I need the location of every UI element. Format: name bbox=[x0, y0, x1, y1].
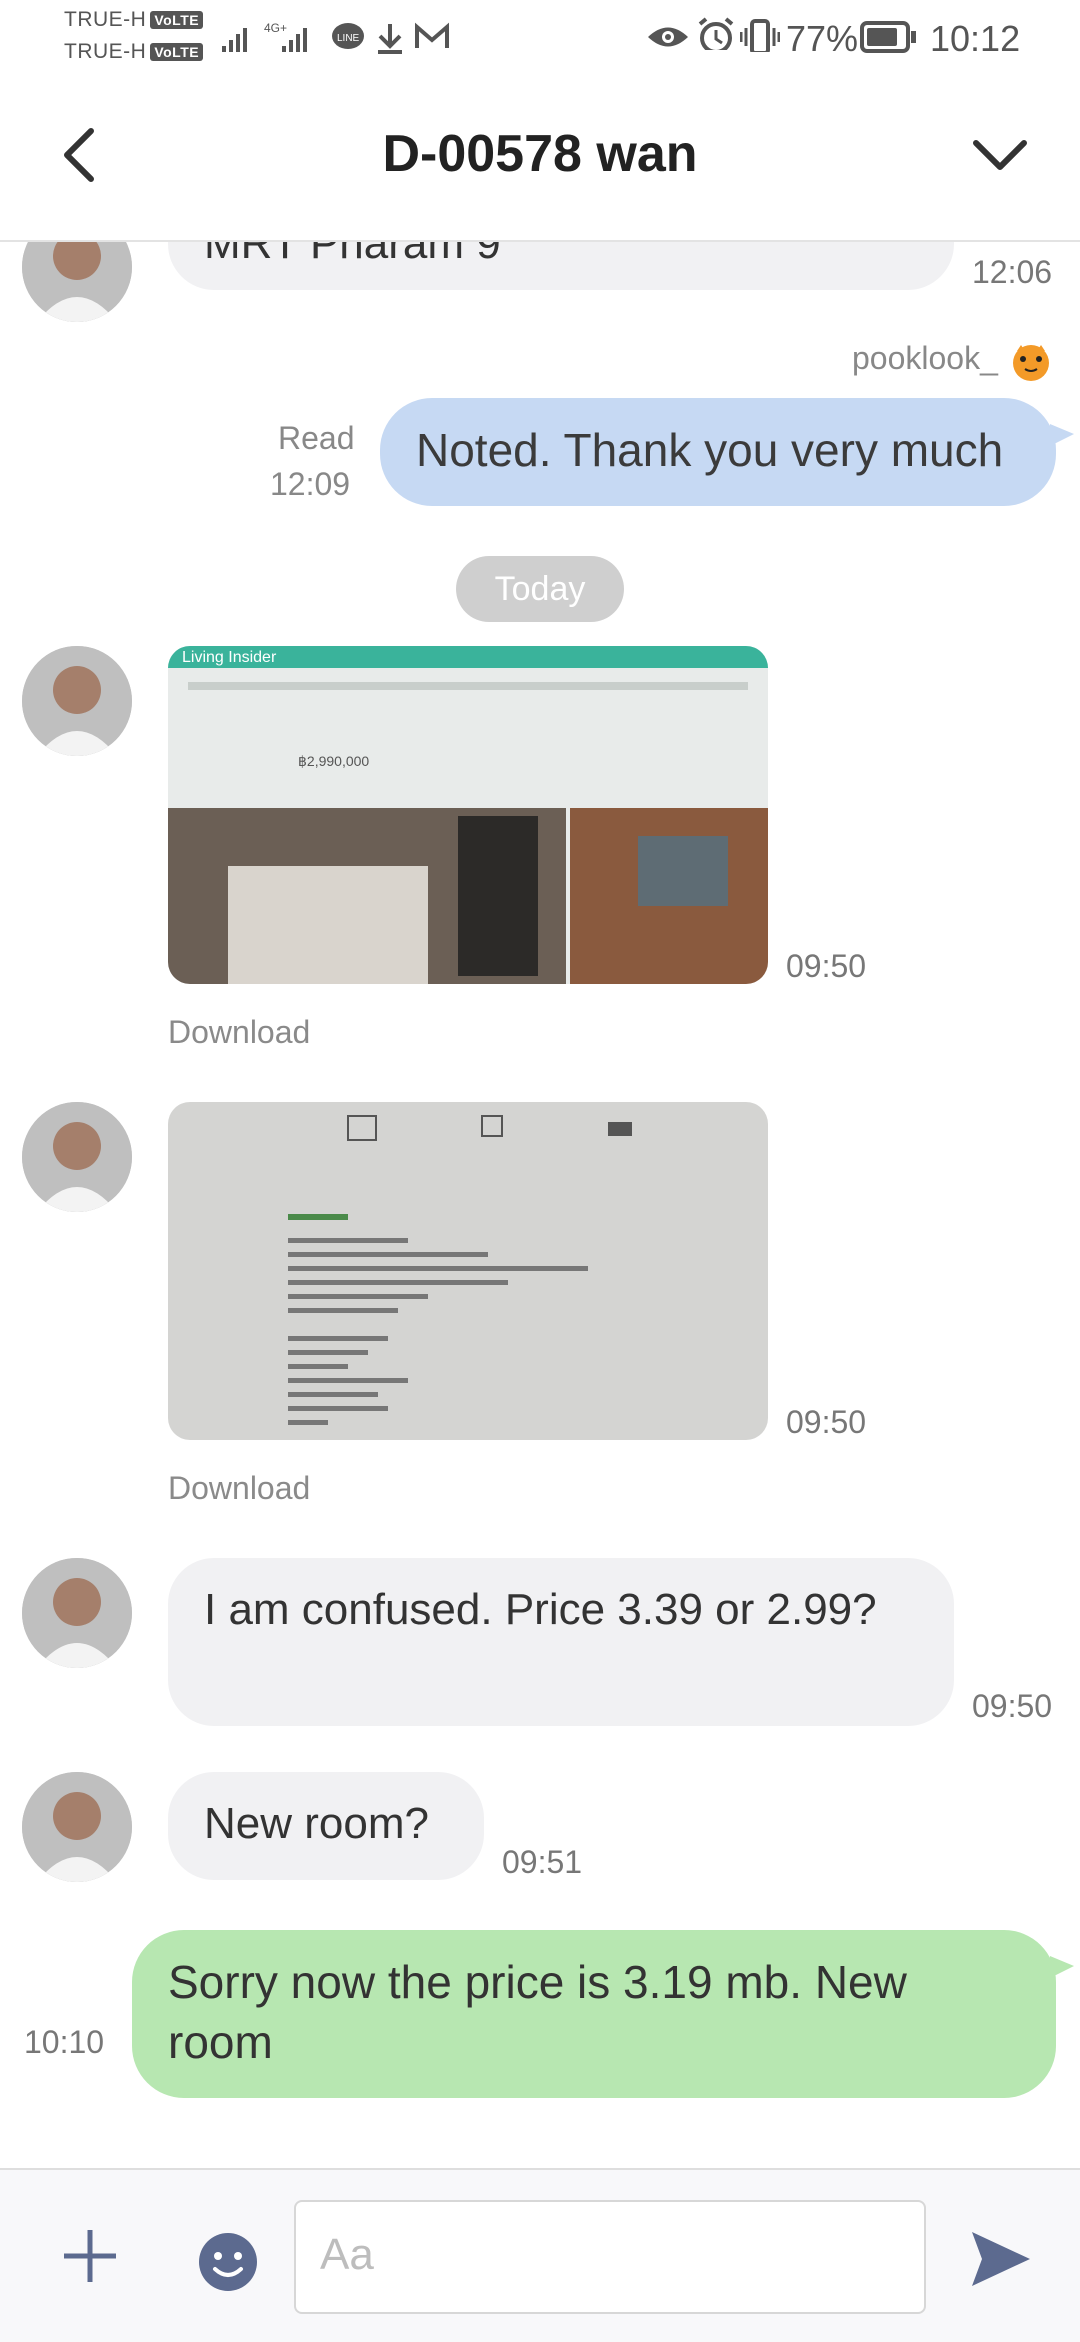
network-type: 4G+ bbox=[264, 21, 287, 35]
avatar[interactable] bbox=[22, 1772, 132, 1882]
message-bubble-incoming[interactable]: I am confused. Price 3.39 or 2.99? bbox=[168, 1558, 954, 1726]
clock: 10:12 bbox=[930, 18, 1021, 59]
carrier-1: TRUE-H VoLTE bbox=[64, 8, 204, 32]
vibrate-icon bbox=[740, 19, 780, 52]
message-input[interactable]: Aa bbox=[294, 2200, 926, 2314]
chat-title: D-00578 wan bbox=[382, 125, 698, 183]
person-avatar-image bbox=[22, 1558, 132, 1668]
message-time: 09:50 bbox=[786, 1404, 867, 1440]
send-icon bbox=[972, 2232, 1030, 2286]
bubble-tail bbox=[1050, 1956, 1074, 1978]
message-text: I am confused. Price 3.39 or 2.99? bbox=[204, 1585, 877, 1634]
message-bubble-incoming[interactable]: MRT Pharam 9 bbox=[168, 242, 954, 290]
bubble-tail bbox=[1050, 424, 1074, 446]
message-time: 09:50 bbox=[972, 1688, 1053, 1724]
person-avatar-image bbox=[22, 1102, 132, 1212]
date-divider: Today bbox=[456, 556, 624, 622]
person-avatar-image bbox=[22, 646, 132, 756]
avatar[interactable] bbox=[22, 646, 132, 756]
message-time: 09:50 bbox=[786, 948, 867, 984]
chevron-down-icon bbox=[973, 140, 1027, 170]
photo-attachment[interactable]: Living Insider ฿2,990,000 bbox=[168, 646, 768, 984]
emoji-button[interactable] bbox=[190, 2224, 266, 2300]
chat-area[interactable]: MRT Pharam 9 12:06 pooklook_ Read 12:09 … bbox=[0, 242, 1080, 2168]
carrier-2: TRUE-H VoLTE bbox=[64, 40, 204, 64]
message-bubble-incoming[interactable]: New room? bbox=[168, 1772, 484, 1880]
message-time: 12:06 bbox=[972, 254, 1053, 290]
avatar[interactable] bbox=[22, 1102, 132, 1212]
message-input-bar: Aa bbox=[0, 2168, 1080, 2342]
carrier-2-label: TRUE-H bbox=[64, 40, 147, 63]
line-icon: LINE bbox=[332, 23, 364, 49]
person-avatar-image bbox=[22, 1772, 132, 1882]
chat-header: D-00578 wan bbox=[0, 76, 1080, 242]
svg-text:LINE: LINE bbox=[337, 33, 360, 44]
sender-name-label: pooklook_ bbox=[852, 340, 998, 376]
battery-percent: 77% bbox=[786, 18, 859, 59]
avatar[interactable] bbox=[22, 242, 132, 322]
message-time: 12:09 bbox=[270, 466, 351, 502]
signal-icon: 4G+ bbox=[222, 21, 307, 52]
download-link[interactable]: Download bbox=[168, 1014, 310, 1051]
photo-attachment[interactable] bbox=[168, 1102, 768, 1440]
emoji-icon bbox=[199, 2233, 257, 2291]
listing-details-photo-image bbox=[168, 1102, 768, 1440]
gmail-icon bbox=[415, 22, 449, 48]
photo-price-text: ฿2,990,000 bbox=[298, 753, 369, 769]
message-time: 09:51 bbox=[502, 1844, 583, 1880]
message-bubble-outgoing[interactable]: Sorry now the price is 3.19 mb. New room bbox=[132, 1930, 1056, 2098]
volte-badge-2: VoLTE bbox=[150, 43, 204, 62]
plus-icon bbox=[64, 2230, 116, 2282]
message-time: 10:10 bbox=[24, 2024, 105, 2060]
alarm-icon bbox=[698, 17, 734, 50]
message-text: MRT Pharam 9 bbox=[204, 242, 501, 268]
sender-name: pooklook_ bbox=[852, 340, 1053, 381]
message-input-placeholder: Aa bbox=[320, 2230, 374, 2279]
carrier-1-label: TRUE-H bbox=[64, 8, 147, 31]
message-text: Noted. Thank you very much bbox=[416, 424, 1004, 476]
message-text: New room? bbox=[204, 1799, 429, 1848]
listing-photo-image: Living Insider ฿2,990,000 bbox=[168, 646, 768, 984]
status-bar: TRUE-H VoLTE TRUE-H VoLTE 4G+ LINE 77% 10:… bbox=[0, 0, 1080, 76]
message-text: Sorry now the price is 3.19 mb. New room bbox=[168, 1956, 907, 2068]
tiger-sticker-icon bbox=[1012, 344, 1049, 381]
add-attachment-button[interactable] bbox=[52, 2218, 128, 2294]
photo-brand-text: Living Insider bbox=[182, 649, 277, 666]
download-link[interactable]: Download bbox=[168, 1470, 310, 1507]
menu-toggle-button[interactable] bbox=[960, 120, 1040, 190]
battery-icon bbox=[860, 21, 916, 53]
volte-badge: VoLTE bbox=[150, 11, 204, 30]
download-icon bbox=[378, 24, 402, 54]
message-bubble-outgoing[interactable]: Noted. Thank you very much bbox=[380, 398, 1056, 506]
send-button[interactable] bbox=[956, 2216, 1046, 2302]
avatar[interactable] bbox=[22, 1558, 132, 1668]
person-avatar-image bbox=[22, 242, 132, 322]
eye-icon bbox=[648, 27, 688, 47]
read-receipt: Read bbox=[278, 420, 355, 456]
